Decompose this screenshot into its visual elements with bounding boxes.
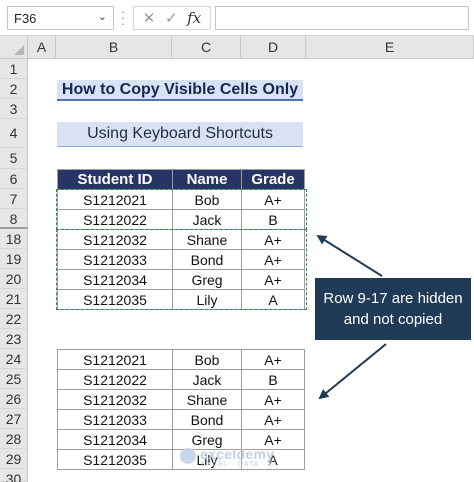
cell-grade[interactable]: A+ xyxy=(241,409,305,430)
column-header-e[interactable]: E xyxy=(306,36,474,59)
header-name[interactable]: Name xyxy=(172,169,242,190)
header-grade[interactable]: Grade xyxy=(241,169,305,190)
table-row: S1212033 Bond A+ xyxy=(57,409,305,430)
column-header-c[interactable]: C xyxy=(172,36,241,59)
enter-icon[interactable]: ✓ xyxy=(165,9,178,27)
cell-name[interactable]: Bob xyxy=(172,349,242,370)
formula-buttons: ✕ ✓ fx xyxy=(133,6,211,30)
arrow-to-pasted xyxy=(318,343,387,400)
exceldemy-logo-icon xyxy=(180,448,196,464)
table-header-row: Student ID Name Grade xyxy=(57,169,305,190)
row-header[interactable]: 23 xyxy=(0,329,28,349)
row-header[interactable]: 4 xyxy=(0,119,28,148)
column-header-b[interactable]: B xyxy=(56,36,172,59)
row-header[interactable]: 6 xyxy=(0,169,28,189)
formula-input[interactable] xyxy=(215,6,469,30)
row-header[interactable]: 2 xyxy=(0,79,28,99)
copy-selection-marquee xyxy=(56,189,307,230)
row-header[interactable]: 19 xyxy=(0,249,28,269)
cell-grade[interactable]: B xyxy=(241,369,305,390)
cancel-icon[interactable]: ✕ xyxy=(143,9,156,27)
table-row: S1212022 Jack B xyxy=(57,369,305,390)
row-header[interactable]: 1 xyxy=(0,59,28,79)
chevron-down-icon[interactable]: ⌄ xyxy=(98,10,107,23)
table-row: S1212021 Bob A+ xyxy=(57,349,305,370)
row-header[interactable]: 26 xyxy=(0,389,28,409)
watermark: exceldemy EXCEL · DATA · BI xyxy=(180,446,300,470)
row-header[interactable]: 18 xyxy=(0,229,28,249)
select-all-corner[interactable] xyxy=(0,36,28,59)
row-header[interactable]: 24 xyxy=(0,349,28,369)
row-header[interactable]: 20 xyxy=(0,269,28,289)
cell-name[interactable]: Bond xyxy=(172,409,242,430)
sheet-title[interactable]: How to Copy Visible Cells Only xyxy=(57,80,303,101)
table-row: S1212032 Shane A+ xyxy=(57,389,305,410)
cell-student-id[interactable]: S1212033 xyxy=(57,409,173,430)
cell-student-id[interactable]: S1212032 xyxy=(57,389,173,410)
name-box[interactable]: F36 ⌄ xyxy=(7,6,114,30)
sheet-subtitle[interactable]: Using Keyboard Shortcuts xyxy=(57,122,303,147)
column-header-d[interactable]: D xyxy=(241,36,306,59)
row-header[interactable]: 22 xyxy=(0,309,28,329)
row-header[interactable]: 21 xyxy=(0,289,28,309)
watermark-tagline: EXCEL · DATA · BI xyxy=(201,461,277,468)
cell-student-id[interactable]: S1212035 xyxy=(57,449,173,470)
row-header[interactable]: 8 xyxy=(0,209,28,229)
row-header[interactable]: 30 xyxy=(0,469,28,482)
row-header[interactable]: 7 xyxy=(0,189,28,209)
arrow-to-source xyxy=(316,234,383,277)
insert-function-icon[interactable]: fx xyxy=(187,9,201,27)
cell-grade[interactable]: A+ xyxy=(241,349,305,370)
cell-name[interactable]: Shane xyxy=(172,389,242,410)
cell-student-id[interactable]: S1212022 xyxy=(57,369,173,390)
row-header[interactable]: 27 xyxy=(0,409,28,429)
callout-box: Row 9-17 are hidden and not copied xyxy=(315,278,471,340)
row-header[interactable]: 29 xyxy=(0,449,28,469)
cell-student-id[interactable]: S1212021 xyxy=(57,349,173,370)
row-header[interactable]: 28 xyxy=(0,429,28,449)
row-header[interactable]: 5 xyxy=(0,148,28,169)
watermark-name: exceldemy xyxy=(200,446,275,462)
row-header[interactable]: 3 xyxy=(0,99,28,119)
cell-grade[interactable]: A+ xyxy=(241,389,305,410)
row-header[interactable]: 25 xyxy=(0,369,28,389)
cell-name[interactable]: Jack xyxy=(172,369,242,390)
header-student-id[interactable]: Student ID xyxy=(57,169,173,190)
formula-bar: F36 ⌄ · · · ✕ ✓ fx xyxy=(0,0,474,36)
cell-student-id[interactable]: S1212034 xyxy=(57,429,173,450)
column-header-a[interactable]: A xyxy=(28,36,56,59)
more-options-icon[interactable]: · · · xyxy=(120,5,126,30)
name-box-value: F36 xyxy=(14,11,37,26)
copy-selection-marquee xyxy=(56,229,307,310)
callout-line-2: and not copied xyxy=(343,311,443,328)
callout-line-1: Row 9-17 are hidden xyxy=(323,290,463,307)
